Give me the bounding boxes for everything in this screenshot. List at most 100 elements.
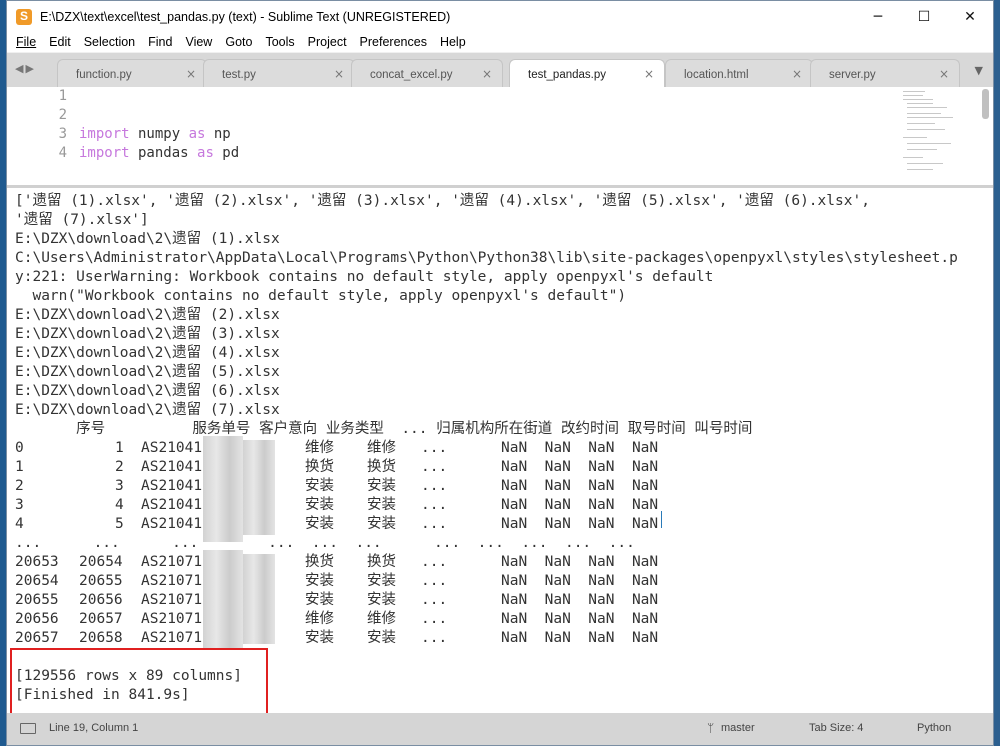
tab-test-py[interactable]: test.py × bbox=[203, 59, 355, 87]
dataframe-header: 序号 服务单号 客户意向 业务类型 ... 归属机构所在街道 改约时间 取号时间… bbox=[15, 421, 753, 437]
menu-help[interactable]: Help bbox=[434, 35, 473, 49]
row-index: 20657 bbox=[15, 630, 59, 646]
redaction-blur bbox=[243, 554, 275, 644]
output-line: E:\DZX\download\2\遗留 (7).xlsx bbox=[15, 402, 280, 418]
menu-file[interactable]: File bbox=[10, 35, 43, 49]
cursor-position[interactable]: Line 19, Column 1 bbox=[49, 722, 138, 734]
tab-size[interactable]: Tab Size: 4 bbox=[809, 722, 863, 734]
menu-tools[interactable]: Tools bbox=[259, 35, 301, 49]
minimap[interactable] bbox=[903, 87, 973, 185]
minimap-line bbox=[903, 95, 923, 96]
tab-dropdown-icon[interactable]: ▼ bbox=[975, 64, 983, 77]
row-order: AS21071 bbox=[141, 630, 203, 646]
keyword: as bbox=[197, 145, 214, 161]
redaction-blur bbox=[243, 440, 275, 535]
minimize-button[interactable]: ─ bbox=[855, 1, 901, 32]
close-tab-icon[interactable]: × bbox=[792, 67, 802, 81]
close-tab-icon[interactable]: × bbox=[644, 67, 654, 81]
row-type: 维修 bbox=[367, 611, 396, 627]
code-text: numpy bbox=[129, 126, 189, 142]
tab-location-html[interactable]: location.html × bbox=[665, 59, 813, 87]
tab-bar: ◀▶ function.py × test.py × concat_excel.… bbox=[7, 53, 993, 87]
menu-find[interactable]: Find bbox=[142, 35, 179, 49]
menu-project[interactable]: Project bbox=[302, 35, 354, 49]
line-number: 2 bbox=[58, 107, 67, 123]
row-order: AS21041 bbox=[141, 497, 203, 513]
row-nans: NaN NaN NaN NaN bbox=[501, 459, 659, 475]
row-nans: NaN NaN NaN NaN bbox=[501, 611, 659, 627]
row-intent: 维修 bbox=[305, 611, 334, 627]
row-ellipsis: ... bbox=[421, 440, 448, 456]
output-line: E:\DZX\download\2\遗留 (2).xlsx bbox=[15, 307, 280, 323]
row-type: 维修 bbox=[367, 440, 396, 456]
menu-goto-label: Goto bbox=[225, 35, 253, 49]
tab-label: function.py bbox=[76, 69, 132, 81]
minimap-line bbox=[907, 113, 941, 114]
output-line: ['遗留 (1).xlsx', '遗留 (2).xlsx', '遗留 (3).x… bbox=[15, 193, 870, 209]
editor-scrollbar[interactable] bbox=[982, 89, 989, 119]
close-tab-icon[interactable]: × bbox=[186, 67, 196, 81]
panel-toggle-icon[interactable] bbox=[20, 723, 36, 734]
redaction-blur bbox=[203, 436, 243, 542]
row-index: 20654 bbox=[15, 573, 59, 589]
row-seq: 3 bbox=[115, 478, 124, 494]
tab-label: test.py bbox=[222, 69, 256, 81]
minimap-line bbox=[903, 91, 925, 92]
row-seq: 4 bbox=[115, 497, 124, 513]
git-branch[interactable]: master bbox=[721, 722, 755, 734]
redaction-blur bbox=[203, 550, 243, 648]
output-line: warn("Workbook contains no default style… bbox=[15, 288, 627, 304]
row-ellipsis: ... bbox=[421, 592, 448, 608]
minimap-line bbox=[907, 169, 933, 170]
line-number: 3 bbox=[58, 126, 67, 142]
row-ellipsis: ... bbox=[421, 478, 448, 494]
row-index: 2 bbox=[15, 478, 24, 494]
menu-view[interactable]: View bbox=[179, 35, 219, 49]
tab-test-pandas-py[interactable]: test_pandas.py × bbox=[509, 59, 665, 87]
code-editor[interactable]: 1 2 3 4 import numpy as np import pandas… bbox=[7, 87, 993, 185]
row-type: 安装 bbox=[367, 573, 396, 589]
row-index: 4 bbox=[15, 516, 24, 532]
menu-tools-label: Tools bbox=[265, 35, 295, 49]
title-bar[interactable]: E:\DZX\text\excel\test_pandas.py (text) … bbox=[7, 1, 993, 32]
menu-preferences-label: Preferences bbox=[359, 35, 427, 49]
close-tab-icon[interactable]: × bbox=[334, 67, 344, 81]
row-seq: 1 bbox=[115, 440, 124, 456]
row-type: 安装 bbox=[367, 497, 396, 513]
syntax-mode[interactable]: Python bbox=[917, 722, 951, 734]
code-text: pandas bbox=[129, 145, 198, 161]
tab-server-py[interactable]: server.py × bbox=[810, 59, 960, 87]
window-title: E:\DZX\text\excel\test_pandas.py (text) … bbox=[40, 9, 451, 24]
close-tab-icon[interactable]: × bbox=[939, 67, 949, 81]
row-order: AS21071 bbox=[141, 554, 203, 570]
row-seq: 20654 bbox=[79, 554, 123, 570]
status-bar: Line 19, Column 1 ᛘ master Tab Size: 4 P… bbox=[7, 713, 993, 745]
row-nans: NaN NaN NaN NaN bbox=[501, 478, 659, 494]
maximize-button[interactable]: ☐ bbox=[901, 1, 947, 32]
tab-function-py[interactable]: function.py × bbox=[57, 59, 207, 87]
row-order: AS21071 bbox=[141, 573, 203, 589]
build-output-panel[interactable]: ['遗留 (1).xlsx', '遗留 (2).xlsx', '遗留 (3).x… bbox=[7, 188, 993, 716]
row-seq: 20657 bbox=[79, 611, 123, 627]
tab-concat-excel-py[interactable]: concat_excel.py × bbox=[351, 59, 503, 87]
minimap-line bbox=[907, 103, 933, 104]
row-index: 20653 bbox=[15, 554, 59, 570]
row-ellipsis: ... bbox=[421, 573, 448, 589]
row-intent: 安装 bbox=[305, 478, 334, 494]
close-button[interactable]: ✕ bbox=[947, 1, 993, 32]
close-tab-icon[interactable]: × bbox=[482, 67, 492, 81]
menu-edit[interactable]: Edit bbox=[43, 35, 78, 49]
row-intent: 换货 bbox=[305, 554, 334, 570]
menu-goto[interactable]: Goto bbox=[219, 35, 259, 49]
menu-selection[interactable]: Selection bbox=[78, 35, 142, 49]
row-index: 1 bbox=[15, 459, 24, 475]
menu-preferences[interactable]: Preferences bbox=[354, 35, 434, 49]
row-index: 3 bbox=[15, 497, 24, 513]
row-order: AS21071 bbox=[141, 611, 203, 627]
tab-scroll-arrows-icon[interactable]: ◀▶ bbox=[15, 62, 36, 75]
menu-selection-label: Selection bbox=[83, 35, 136, 49]
menu-file-label: File bbox=[16, 35, 37, 49]
output-line: '遗留 (7).xlsx'] bbox=[15, 212, 149, 228]
sublime-window: E:\DZX\text\excel\test_pandas.py (text) … bbox=[6, 0, 994, 746]
red-highlight-box bbox=[10, 648, 268, 716]
